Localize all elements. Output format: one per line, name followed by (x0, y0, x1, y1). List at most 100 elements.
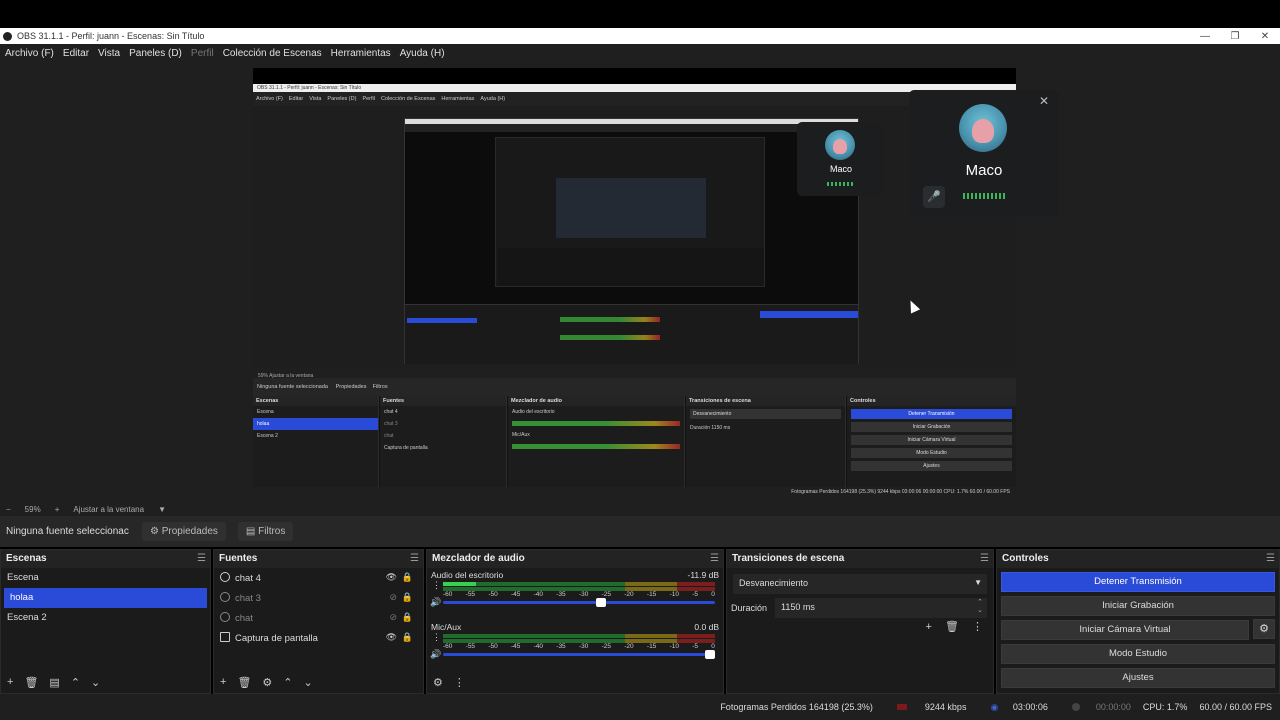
scene-item[interactable]: holaa (4, 588, 207, 608)
inner-source: chat 3 (384, 421, 398, 427)
trash-icon[interactable]: 🗑 (24, 676, 38, 689)
zoom-value: 59% (24, 504, 41, 514)
lock-icon[interactable]: 🔒 (402, 632, 413, 643)
nested-capture (404, 118, 859, 364)
more-icon[interactable]: ⋮ (972, 621, 983, 633)
scene-item[interactable]: Escena 2 (1, 608, 210, 628)
dock-menu-icon[interactable]: ☰ (410, 553, 419, 564)
trash-icon[interactable]: 🗑 (237, 676, 251, 689)
preview-canvas[interactable]: OBS 31.1.1 - Perfil: juann - Escenas: Si… (253, 68, 1016, 497)
dock-menu-icon[interactable]: ☰ (1266, 553, 1275, 564)
volume-knob[interactable] (705, 650, 715, 659)
menu-bar: Archivo (F) Editar Vista Paneles (D) Per… (0, 44, 1280, 62)
inner-transition: Desvanecimiento (690, 409, 841, 419)
source-item[interactable]: Captura de pantalla 👁 🔒 (214, 628, 423, 648)
meter-tick: -10 (669, 591, 679, 598)
inner-menu-item: Perfil (362, 96, 375, 102)
menu-ayuda[interactable]: Ayuda (H) (400, 48, 445, 59)
channel-db: 0.0 dB (694, 622, 719, 632)
more-icon[interactable]: ⋮ (432, 580, 441, 591)
minimize-icon[interactable]: — (1190, 31, 1220, 42)
filters-button[interactable]: ▤ Filtros (237, 522, 294, 541)
close-icon[interactable]: ✕ (1039, 94, 1049, 108)
source-item[interactable]: chat ⊘ 🔒 (214, 608, 423, 628)
menu-perfil[interactable]: Perfil (191, 48, 214, 59)
speaker-icon[interactable]: 🔊 (430, 649, 441, 660)
maximize-icon[interactable]: ❐ (1220, 31, 1250, 42)
scene-item[interactable]: Escena (1, 568, 210, 588)
inner-control: Iniciar Cámara Virtual (851, 435, 1012, 445)
dock-menu-icon[interactable]: ☰ (710, 553, 719, 564)
chevron-down-icon[interactable]: ⌄ (304, 676, 313, 689)
properties-button[interactable]: ⚙ Propiedades (142, 522, 226, 541)
source-toolbar: Ninguna fuente seleccionac ⚙ Propiedades… (0, 516, 1280, 547)
add-icon[interactable]: + (7, 676, 13, 688)
start-virtual-camera-button[interactable]: Iniciar Cámara Virtual (1001, 620, 1249, 640)
settings-button[interactable]: Ajustes (1001, 668, 1275, 688)
close-icon[interactable]: ✕ (1250, 31, 1280, 42)
speaker-icon[interactable]: 🔊 (430, 597, 441, 608)
capture-top-bar (253, 68, 1016, 84)
transition-select[interactable]: Desvanecimiento ▼ (733, 574, 987, 594)
dock-menu-icon[interactable]: ☰ (980, 553, 989, 564)
eye-off-icon[interactable]: ⊘ (389, 592, 397, 603)
menu-coleccion[interactable]: Colección de Escenas (223, 48, 322, 59)
lock-icon[interactable]: 🔒 (402, 612, 413, 623)
gear-icon[interactable]: ⚙ (1253, 619, 1275, 639)
advanced-audio-icon[interactable]: ⚙ (433, 676, 443, 689)
gear-icon[interactable]: ⚙ (262, 676, 272, 689)
stop-streaming-button[interactable]: Detener Transmisión (1001, 572, 1275, 592)
volume-slider[interactable] (443, 650, 715, 659)
dock-menu-icon[interactable]: ☰ (197, 553, 206, 564)
spinner-icon[interactable]: ⌃ ⌄ (977, 599, 983, 615)
source-item[interactable]: chat 3 ⊘ 🔒 (214, 588, 423, 608)
zoom-in-button[interactable]: + (55, 505, 60, 514)
more-icon[interactable]: ⋮ (454, 676, 465, 689)
source-item[interactable]: chat 4 👁 🔒 (214, 568, 423, 588)
microphone-icon[interactable]: 🎤 (923, 186, 945, 208)
menu-paneles[interactable]: Paneles (D) (129, 48, 182, 59)
record-icon (1071, 703, 1080, 711)
inner-scene: Escena (257, 409, 274, 415)
scenes-toolbar: + 🗑 ▤ ⌃ ⌄ (1, 671, 210, 693)
chevron-up-icon[interactable]: ⌃ (283, 676, 292, 689)
chevron-down-icon[interactable]: ⌄ (91, 676, 100, 689)
menu-herramientas[interactable]: Herramientas (331, 48, 391, 59)
filter-icon[interactable]: ▤ (49, 676, 59, 689)
sources-dock: Fuentes ☰ chat 4 👁 🔒 chat 3 ⊘ 🔒 chat ⊘ 🔒 Cap… (213, 549, 424, 694)
properties-label: Propiedades (161, 526, 218, 537)
meter-tick: 0 (711, 591, 715, 598)
lock-icon[interactable]: 🔒 (402, 572, 413, 583)
duration-input[interactable]: 1150 ms ⌃ ⌄ (775, 598, 987, 618)
eye-icon[interactable]: 👁 (386, 572, 397, 583)
studio-mode-button[interactable]: Modo Estudio (1001, 644, 1275, 664)
stream-time-value: 03:00:06 (1012, 701, 1048, 712)
add-icon[interactable]: + (925, 621, 931, 633)
nested-preview-docks (498, 248, 764, 286)
inner-footer: Fotogramas Perdidos 164198 (25.3%) 9244 … (253, 487, 1016, 497)
record-time: 00:00:00 (1060, 702, 1131, 712)
chevron-down-icon[interactable]: ▼ (158, 505, 166, 514)
meter-ticks: -60 -55 -50 -45 -40 -35 -30 -25 -20 -15 -10 -5 0 (443, 643, 715, 651)
eye-off-icon[interactable]: ⊘ (389, 612, 397, 623)
zoom-fit-dropdown[interactable]: Ajustar a la ventana (73, 505, 144, 514)
volume-slider[interactable] (443, 598, 715, 607)
start-recording-button[interactable]: Iniciar Grabación (1001, 596, 1275, 616)
eye-icon[interactable]: 👁 (386, 632, 397, 643)
inner-mixer-dock: Mezclador de audio Audio del escritorio … (508, 396, 685, 487)
menu-vista[interactable]: Vista (98, 48, 120, 59)
dock-title: Transiciones de escena (732, 553, 845, 564)
zoom-out-button[interactable]: − (6, 505, 11, 514)
inner-menu-item: Archivo (F) (256, 96, 283, 102)
more-icon[interactable]: ⋮ (432, 632, 441, 643)
chevron-down-icon: ▼ (974, 578, 982, 587)
menu-editar[interactable]: Editar (63, 48, 89, 59)
add-icon[interactable]: + (220, 676, 226, 688)
inner-menu-item: Ayuda (H) (480, 96, 506, 102)
trash-icon[interactable]: 🗑 (945, 621, 959, 633)
filters-label: Filtros (258, 526, 286, 537)
volume-knob[interactable] (596, 598, 607, 607)
lock-icon[interactable]: 🔒 (402, 592, 413, 603)
chevron-up-icon[interactable]: ⌃ (71, 676, 80, 689)
menu-archivo[interactable]: Archivo (F) (5, 48, 54, 59)
